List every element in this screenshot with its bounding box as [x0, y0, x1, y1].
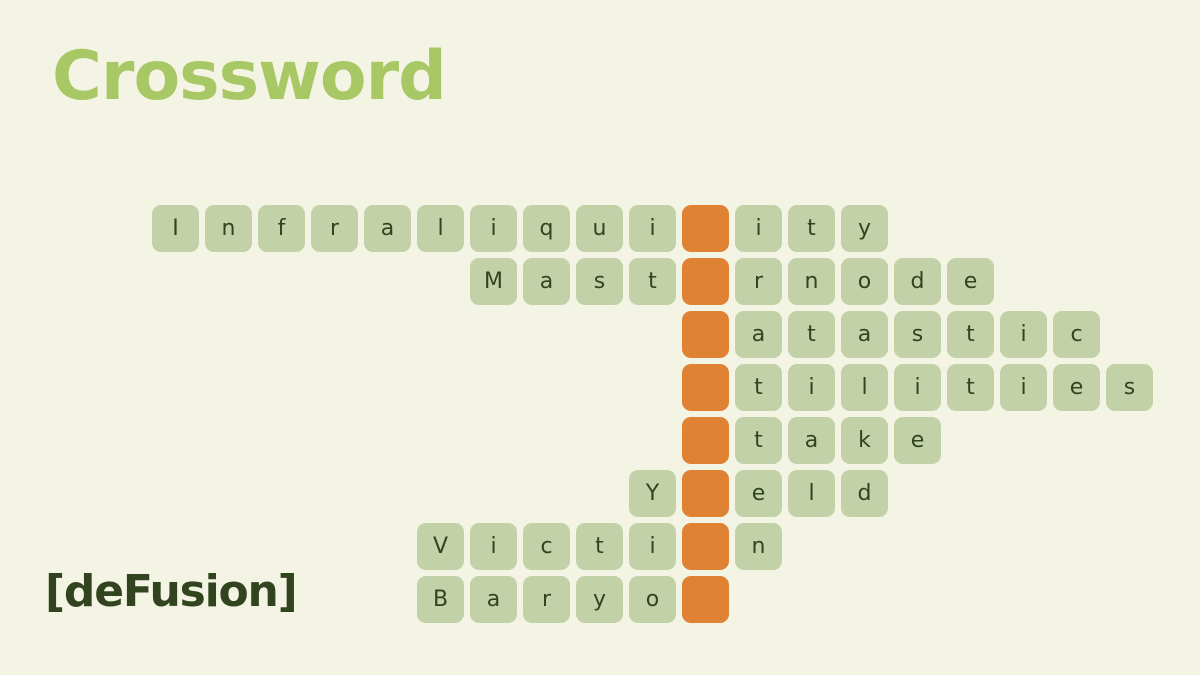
crossword-letter-cell[interactable]: t: [947, 364, 994, 411]
crossword-letter-cell[interactable]: e: [947, 258, 994, 305]
crossword-letter-cell[interactable]: c: [523, 523, 570, 570]
crossword-letter-cell[interactable]: d: [894, 258, 941, 305]
crossword-row: Baryo: [417, 576, 735, 623]
crossword-letter-cell[interactable]: r: [311, 205, 358, 252]
crossword-letter-cell[interactable]: r: [523, 576, 570, 623]
crossword-blank-cell[interactable]: [682, 523, 729, 570]
crossword-letter-cell[interactable]: r: [735, 258, 782, 305]
crossword-letter-cell[interactable]: s: [894, 311, 941, 358]
crossword-letter-cell[interactable]: q: [523, 205, 570, 252]
crossword-letter-cell[interactable]: i: [894, 364, 941, 411]
crossword-letter-cell[interactable]: k: [841, 417, 888, 464]
page-root: Crossword InfraliquiityMastrnodeatastict…: [0, 0, 1200, 675]
crossword-letter-cell[interactable]: a: [523, 258, 570, 305]
crossword-letter-cell[interactable]: t: [576, 523, 623, 570]
crossword-letter-cell[interactable]: I: [152, 205, 199, 252]
crossword-letter-cell[interactable]: e: [894, 417, 941, 464]
crossword-blank-cell[interactable]: [682, 311, 729, 358]
crossword-letter-cell[interactable]: i: [629, 523, 676, 570]
crossword-row: Yeld: [629, 470, 894, 517]
crossword-blank-cell[interactable]: [682, 364, 729, 411]
crossword-row: atastic: [682, 311, 1106, 358]
crossword-letter-cell[interactable]: e: [1053, 364, 1100, 411]
crossword-row: take: [682, 417, 947, 464]
crossword-letter-cell[interactable]: Y: [629, 470, 676, 517]
crossword-blank-cell[interactable]: [682, 417, 729, 464]
crossword-blank-cell[interactable]: [682, 205, 729, 252]
crossword-letter-cell[interactable]: l: [417, 205, 464, 252]
crossword-row: Victin: [417, 523, 788, 570]
crossword-letter-cell[interactable]: i: [788, 364, 835, 411]
crossword-letter-cell[interactable]: a: [788, 417, 835, 464]
crossword-letter-cell[interactable]: n: [205, 205, 252, 252]
crossword-letter-cell[interactable]: o: [841, 258, 888, 305]
crossword-letter-cell[interactable]: d: [841, 470, 888, 517]
crossword-letter-cell[interactable]: i: [629, 205, 676, 252]
crossword-letter-cell[interactable]: o: [629, 576, 676, 623]
crossword-letter-cell[interactable]: M: [470, 258, 517, 305]
crossword-blank-cell[interactable]: [682, 576, 729, 623]
crossword-letter-cell[interactable]: i: [1000, 311, 1047, 358]
crossword-letter-cell[interactable]: e: [735, 470, 782, 517]
crossword-letter-cell[interactable]: V: [417, 523, 464, 570]
crossword-letter-cell[interactable]: f: [258, 205, 305, 252]
crossword-letter-cell[interactable]: l: [788, 470, 835, 517]
crossword-letter-cell[interactable]: B: [417, 576, 464, 623]
crossword-letter-cell[interactable]: i: [1000, 364, 1047, 411]
crossword-row: Infraliquiity: [152, 205, 894, 252]
crossword-letter-cell[interactable]: t: [788, 205, 835, 252]
crossword-letter-cell[interactable]: t: [735, 364, 782, 411]
crossword-blank-cell[interactable]: [682, 470, 729, 517]
crossword-letter-cell[interactable]: y: [576, 576, 623, 623]
crossword-letter-cell[interactable]: t: [788, 311, 835, 358]
crossword-row: Mast rnode: [470, 258, 1000, 305]
crossword-letter-cell[interactable]: a: [364, 205, 411, 252]
crossword-letter-cell[interactable]: t: [735, 417, 782, 464]
crossword-letter-cell[interactable]: c: [1053, 311, 1100, 358]
crossword-blank-cell[interactable]: [682, 258, 729, 305]
brand-logo: [deFusion]: [45, 566, 298, 617]
crossword-letter-cell[interactable]: a: [470, 576, 517, 623]
crossword-row: tilities: [682, 364, 1159, 411]
crossword-letter-cell[interactable]: a: [735, 311, 782, 358]
crossword-letter-cell[interactable]: i: [735, 205, 782, 252]
crossword-letter-cell[interactable]: l: [841, 364, 888, 411]
crossword-letter-cell[interactable]: i: [470, 205, 517, 252]
crossword-letter-cell[interactable]: n: [788, 258, 835, 305]
crossword-letter-cell[interactable]: t: [947, 311, 994, 358]
crossword-letter-cell[interactable]: s: [1106, 364, 1153, 411]
crossword-letter-cell[interactable]: u: [576, 205, 623, 252]
crossword-letter-cell[interactable]: y: [841, 205, 888, 252]
crossword-letter-cell[interactable]: t: [629, 258, 676, 305]
crossword-letter-cell[interactable]: s: [576, 258, 623, 305]
crossword-letter-cell[interactable]: i: [470, 523, 517, 570]
crossword-letter-cell[interactable]: a: [841, 311, 888, 358]
crossword-letter-cell[interactable]: n: [735, 523, 782, 570]
